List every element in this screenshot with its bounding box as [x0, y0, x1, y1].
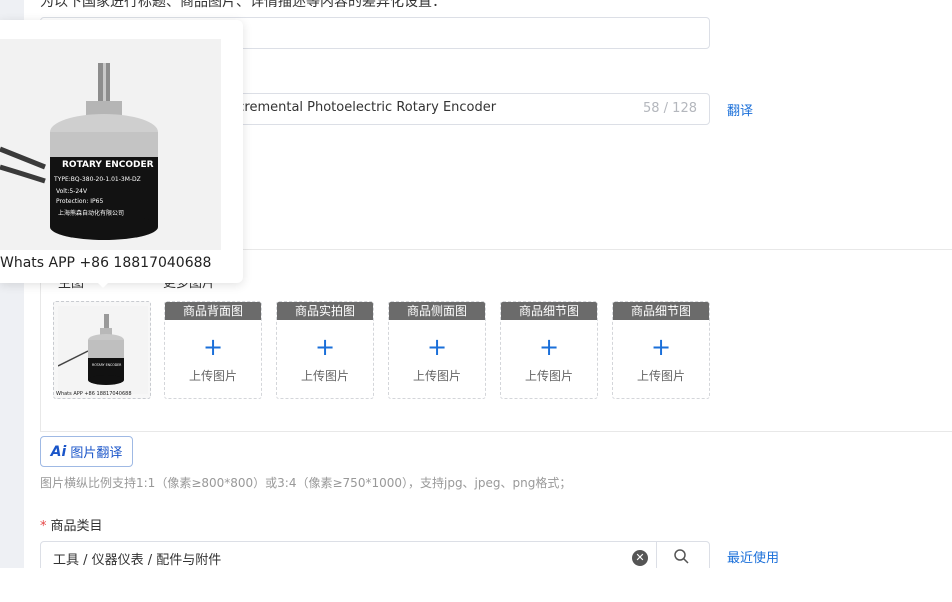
- search-icon[interactable]: [673, 548, 689, 564]
- bottom-area: [0, 568, 952, 602]
- encoder-label-text: ROTARY ENCODER: [62, 160, 154, 170]
- upload-tile-back[interactable]: 商品背面图 + 上传图片: [164, 301, 262, 399]
- upload-label: 上传图片: [300, 369, 349, 383]
- image-translate-label: 图片翻译: [70, 446, 123, 461]
- clear-icon[interactable]: ✕: [632, 550, 648, 566]
- image-format-hint: 图片横纵比例支持1:1（像素≥800*800）或3:4（像素≥750*1000）…: [40, 476, 572, 490]
- tile-header: 商品细节图: [613, 302, 709, 320]
- ai-icon: Ai: [50, 443, 67, 460]
- recent-used-link[interactable]: 最近使用: [727, 547, 779, 566]
- tile-header: 商品细节图: [501, 302, 597, 320]
- svg-text:ROTARY ENCODER: ROTARY ENCODER: [92, 363, 122, 367]
- tile-header: 商品实拍图: [277, 302, 373, 320]
- plus-icon: +: [314, 333, 336, 361]
- product-thumbnail: ROTARY ENCODER: [58, 306, 148, 394]
- translate-link[interactable]: 翻译: [727, 100, 753, 119]
- upload-tile-real[interactable]: 商品实拍图 + 上传图片: [276, 301, 374, 399]
- divider: [40, 431, 952, 432]
- tile-header: 商品背面图: [165, 302, 261, 320]
- plus-icon: +: [426, 333, 448, 361]
- upload-label: 上传图片: [412, 369, 461, 383]
- upload-tile-detail-2[interactable]: 商品细节图 + 上传图片: [612, 301, 710, 399]
- encoder-volt-text: Volt:5-24V: [56, 188, 88, 195]
- encoder-maker-text: 上海熊森自动化有限公司: [58, 209, 124, 217]
- preview-caption: Whats APP +86 18817040688: [0, 255, 212, 271]
- encoder-type-text: TYPE:BQ-380-20-1.01-3M-DZ: [53, 176, 141, 183]
- plus-icon: +: [202, 333, 224, 361]
- category-label: * 商品类目: [40, 515, 103, 534]
- upload-tile-side[interactable]: 商品侧面图 + 上传图片: [388, 301, 486, 399]
- image-preview-popover: ROTARY ENCODER TYPE:BQ-380-20-1.01-3M-DZ…: [0, 20, 243, 283]
- image-translate-button[interactable]: Ai 图片翻译: [40, 436, 133, 467]
- thumbnail-caption: Whats APP +86 18817040688: [56, 391, 132, 397]
- plus-icon: +: [538, 333, 560, 361]
- tile-header: 商品侧面图: [389, 302, 485, 320]
- country-settings-description: 为以下国家进行标题、商品图片、详情描述等内容的差异化设置：: [40, 0, 446, 10]
- category-value: 工具 / 仪器仪表 / 配件与附件: [53, 553, 222, 568]
- popover-arrow: [95, 280, 111, 288]
- title-input-value: ncremental Photoelectric Rotary Encoder: [229, 100, 497, 115]
- category-label-text: 商品类目: [50, 519, 103, 534]
- upload-label: 上传图片: [636, 369, 685, 383]
- product-preview-image: ROTARY ENCODER TYPE:BQ-380-20-1.01-3M-DZ…: [0, 39, 221, 250]
- upload-tile-detail-1[interactable]: 商品细节图 + 上传图片: [500, 301, 598, 399]
- upload-label: 上传图片: [524, 369, 573, 383]
- required-star: *: [40, 519, 47, 534]
- title-char-counter: 58 / 128: [643, 101, 697, 116]
- main-image-tile[interactable]: ROTARY ENCODER Whats APP +86 18817040688: [53, 301, 151, 399]
- plus-icon: +: [650, 333, 672, 361]
- encoder-protection-text: Protection: IP65: [56, 198, 103, 205]
- upload-label: 上传图片: [188, 369, 237, 383]
